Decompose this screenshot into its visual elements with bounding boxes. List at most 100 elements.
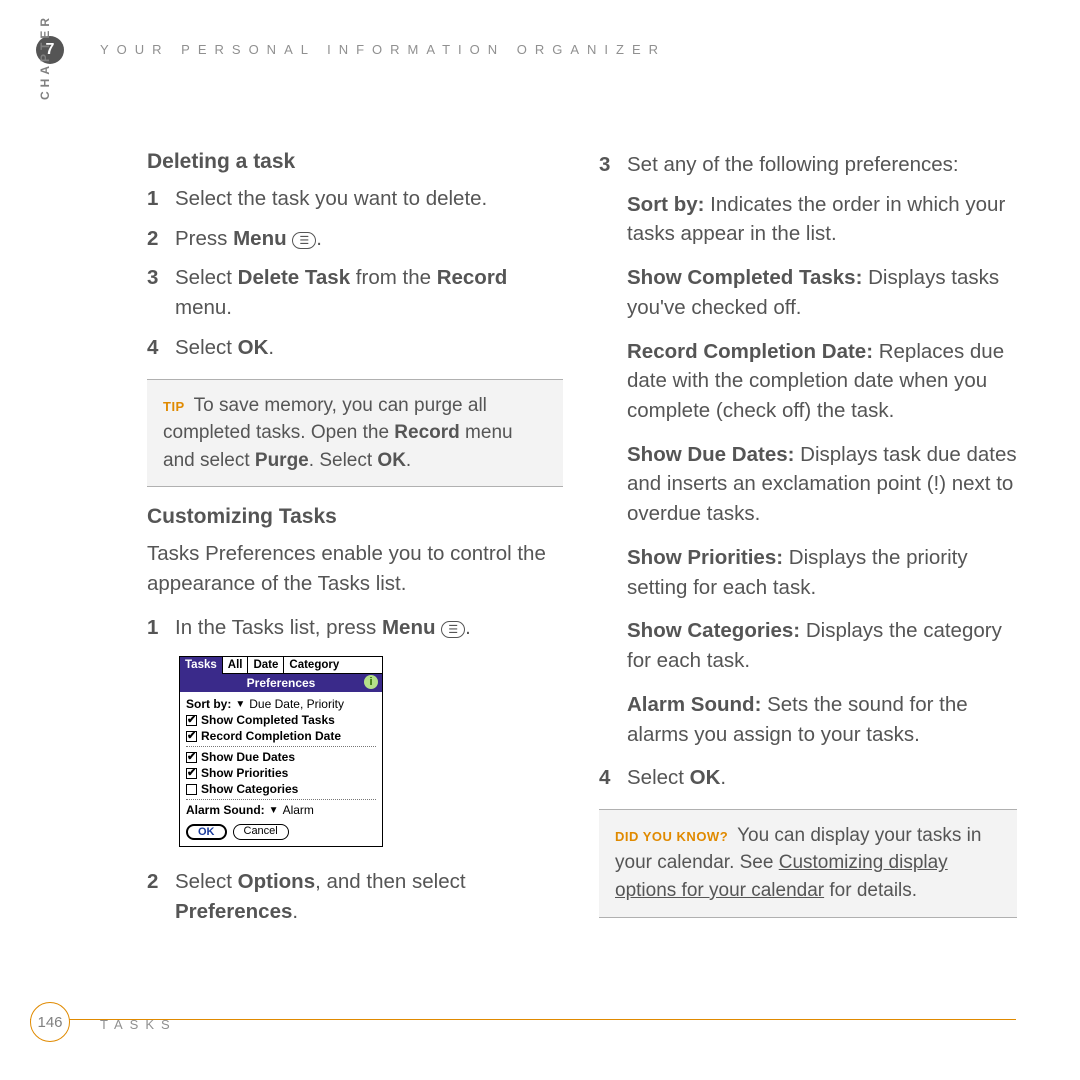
heading-deleting-task: Deleting a task [147,150,563,174]
tasks-preferences-screenshot: Tasks All Date Category Preferences i So… [179,656,383,847]
custom-step-4: 4 Select OK. [599,763,1017,793]
text: . [292,900,298,923]
screenshot-buttons: OK Cancel [180,820,382,846]
opt-record-completion: Record Completion Date [186,728,376,744]
dropdown-icon: ▼ [235,699,245,710]
step-text: Select OK. [627,763,726,793]
bold-record: Record [437,266,508,289]
sort-by-value: Due Date, Priority [249,697,344,711]
checkbox-label: Show Due Dates [201,750,295,764]
pref-show-due-dates: Show Due Dates: Displays task due dates … [599,440,1017,529]
text: from the [350,266,437,289]
checkbox-icon [186,715,197,726]
sort-by-row: Sort by: ▼ Due Date, Priority [186,696,376,712]
tab-category: Category [284,657,382,674]
left-column: Deleting a task 1 Select the task you wa… [147,150,563,937]
deleting-steps: 1 Select the task you want to delete. 2 … [147,184,563,363]
ok-button-graphic: OK [186,824,227,840]
checkbox-label: Show Categories [201,782,298,796]
opt-show-categories: Show Categories [186,781,376,797]
text: . [465,616,471,639]
text: Select [175,870,238,893]
delete-step-2: 2 Press Menu ☰. [147,224,563,254]
dropdown-icon: ▼ [269,805,279,816]
bold-menu: Menu [233,227,287,250]
tab-all: All [223,657,249,674]
opt-show-completed: Show Completed Tasks [186,712,376,728]
header-title: YOUR PERSONAL INFORMATION ORGANIZER [100,42,666,57]
body-columns: Deleting a task 1 Select the task you wa… [147,150,1017,937]
step-text: Select OK. [175,333,274,363]
pref-show-categories: Show Categories: Displays the category f… [599,616,1017,675]
checkbox-label: Show Priorities [201,766,288,780]
step-text: Select Delete Task from the Record menu. [175,263,563,322]
page-number: 146 [30,1002,70,1042]
delete-step-4: 4 Select OK. [147,333,563,363]
text: . [268,336,274,359]
text: Select [175,336,238,359]
alarm-sound-row: Alarm Sound: ▼ Alarm [186,802,376,818]
tip-text: . [406,450,411,471]
screenshot-body: Sort by: ▼ Due Date, Priority Show Compl… [180,692,382,820]
customizing-intro: Tasks Preferences enable you to control … [147,539,563,598]
heading-customizing-tasks: Customizing Tasks [147,505,563,529]
pref-label: Alarm Sound: [627,693,761,716]
pref-label: Show Completed Tasks: [627,266,862,289]
pref-sort-by: Sort by: Indicates the order in which yo… [599,190,1017,249]
tip-box: TIP To save memory, you can purge all co… [147,379,563,488]
menu-icon: ☰ [441,621,465,638]
pref-label: Show Priorities: [627,546,783,569]
checkbox-icon [186,752,197,763]
tip-text: . Select [309,450,378,471]
opt-show-due-dates: Show Due Dates [186,749,376,765]
checkbox-icon [186,731,197,742]
dyk-label: DID YOU KNOW? [615,829,728,844]
alarm-sound-value: Alarm [283,803,314,817]
bold-record: Record [394,422,459,443]
right-column: 3 Set any of the following preferences: … [599,150,1017,937]
step-text: In the Tasks list, press Menu ☰. [175,613,471,643]
text: Select [175,266,238,289]
customizing-steps: 1 In the Tasks list, press Menu ☰. [147,613,563,643]
step-number: 2 [147,867,161,926]
did-you-know-box: DID YOU KNOW? You can display your tasks… [599,809,1017,918]
pref-label: Show Due Dates: [627,443,794,466]
checkbox-label: Record Completion Date [201,729,341,743]
pref-alarm-sound: Alarm Sound: Sets the sound for the alar… [599,690,1017,749]
checkbox-label: Show Completed Tasks [201,713,335,727]
bold-preferences: Preferences [175,900,292,923]
bold-delete-task: Delete Task [238,266,350,289]
tab-tasks: Tasks [180,657,223,674]
text: Select [627,766,690,789]
pref-label: Show Categories: [627,619,800,642]
bold-ok: OK [377,450,406,471]
step-text: Press Menu ☰. [175,224,322,254]
step-number: 2 [147,224,161,254]
customizing-steps-cont: 2 Select Options, and then select Prefer… [147,867,563,926]
opt-show-priorities: Show Priorities [186,765,376,781]
checkbox-icon [186,784,197,795]
info-icon: i [364,675,378,689]
sort-by-label: Sort by: [186,697,231,711]
bold-menu: Menu [382,616,436,639]
step-number: 4 [599,763,613,793]
dyk-text: for details. [824,880,917,901]
footer-section-name: TASKS [100,1017,177,1032]
step-number: 1 [147,613,161,643]
text: menu. [175,296,232,319]
pref-label: Record Completion Date: [627,340,873,363]
text: . [316,227,322,250]
separator [186,746,376,747]
footer-rule [30,1019,1016,1020]
screenshot-tabbar: Tasks All Date Category [180,657,382,674]
pref-record-completion: Record Completion Date: Replaces due dat… [599,337,1017,426]
step-number: 3 [599,150,613,180]
checkbox-icon [186,768,197,779]
bold-ok: OK [238,336,269,359]
text: . [720,766,726,789]
pref-show-priorities: Show Priorities: Displays the priority s… [599,543,1017,602]
step-text: Select Options, and then select Preferen… [175,867,563,926]
custom-step-3: 3 Set any of the following preferences: [599,150,1017,180]
text: Press [175,227,233,250]
pref-show-completed: Show Completed Tasks: Displays tasks you… [599,263,1017,322]
